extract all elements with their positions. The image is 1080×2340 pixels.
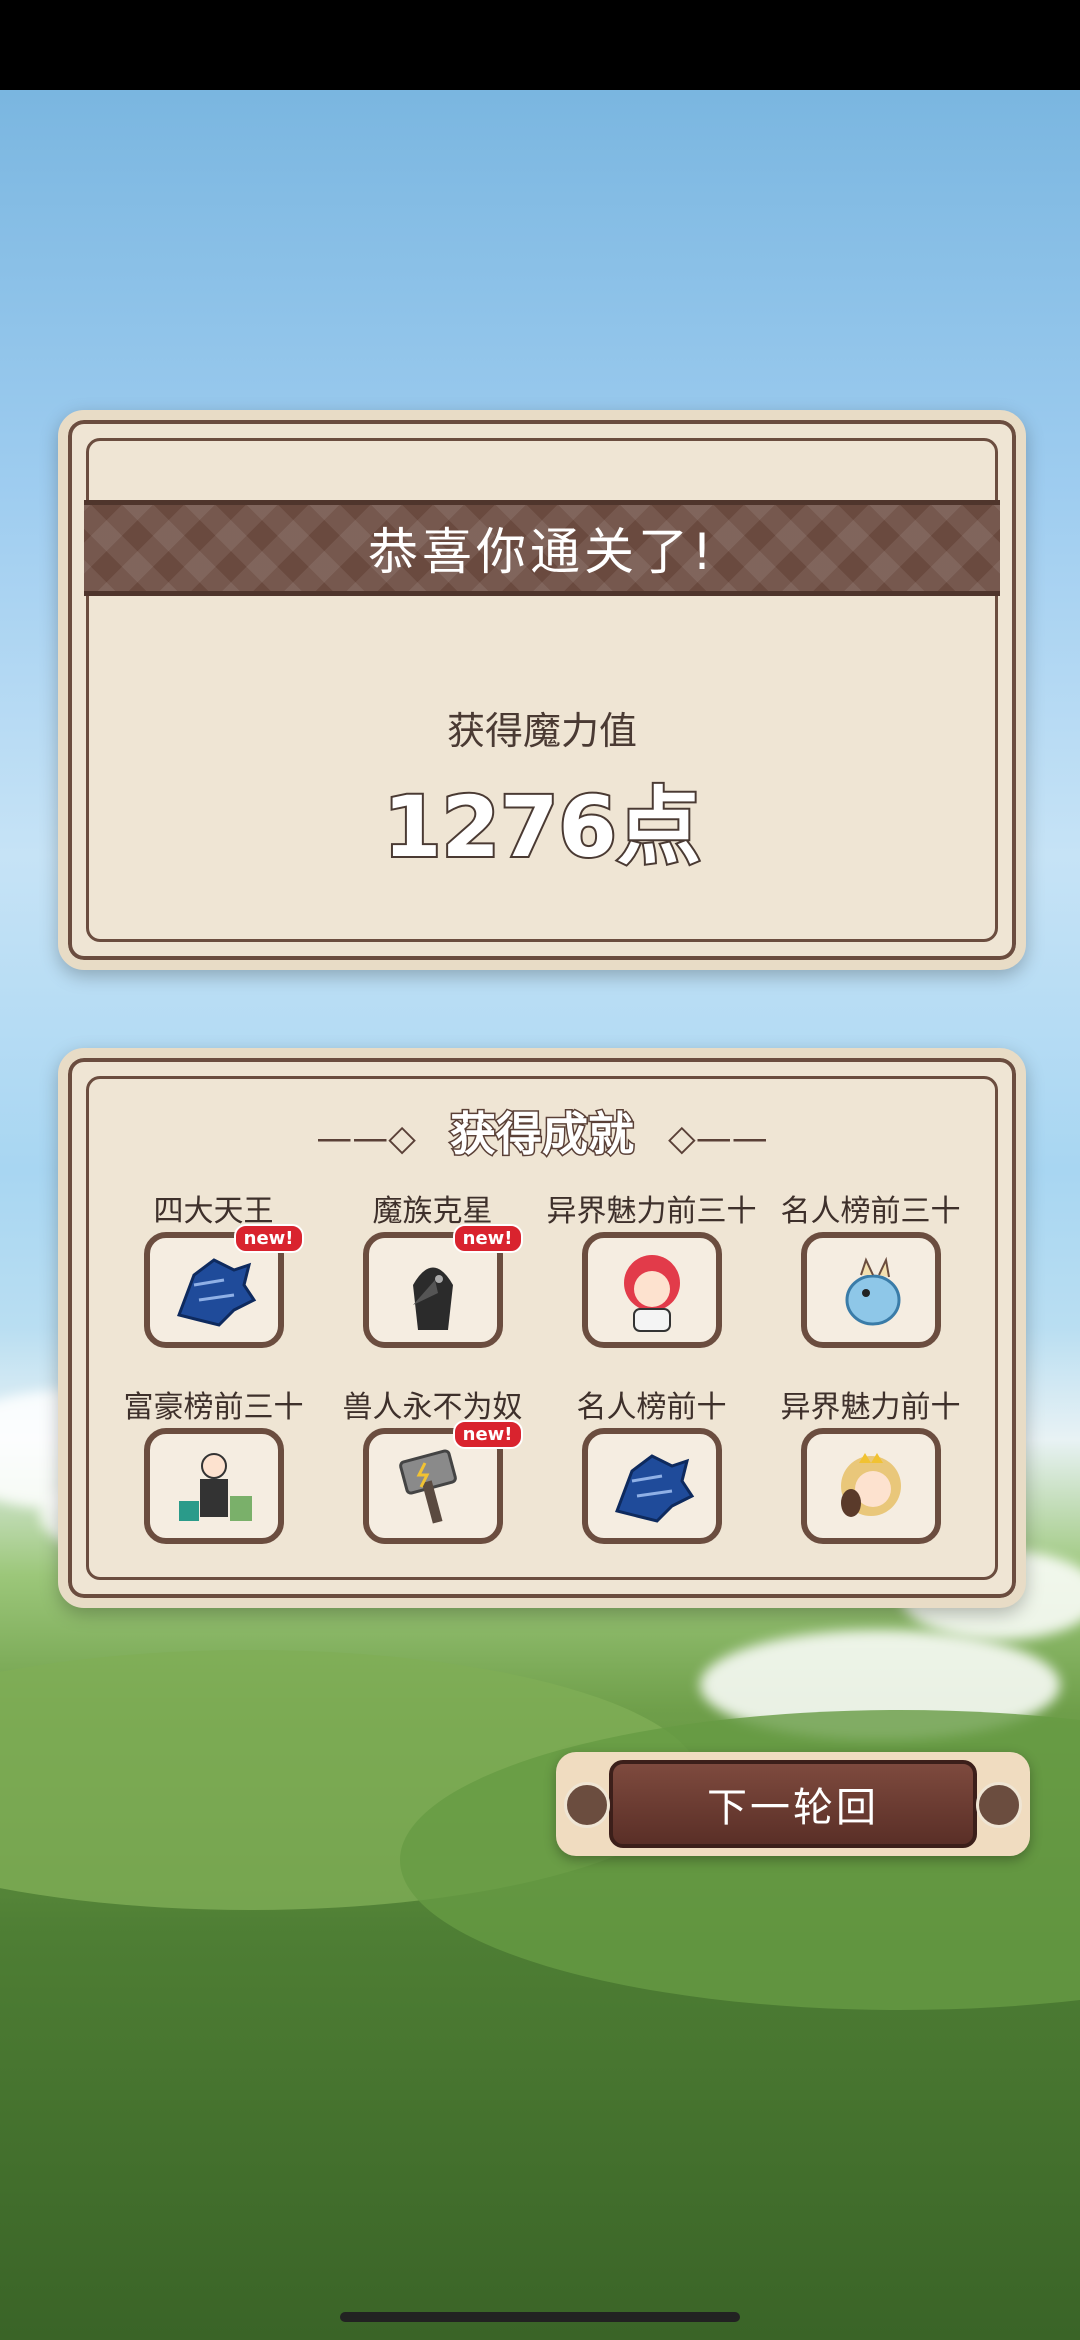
- new-badge: new!: [452, 1224, 523, 1253]
- mp-label: 获得魔力值: [446, 709, 637, 753]
- achievements-title: 获得成就: [449, 1106, 636, 1163]
- blue-dragon-icon: [581, 1428, 722, 1544]
- achievement-name: 异界魅力前十: [780, 1390, 961, 1425]
- achievement-item[interactable]: 兽人永不为奴 new!: [323, 1382, 542, 1544]
- blue-dragon-cub-icon: [800, 1232, 941, 1348]
- achievement-grid: 四大天王 new! 魔族克星 new! 异界魅力前三十 名人榜前三十 富豪榜前三…: [104, 1186, 980, 1544]
- mp-value: 1276点: [381, 776, 703, 878]
- princess-icon: [800, 1428, 941, 1544]
- status-bar: [0, 0, 1080, 90]
- plague-doctor-icon: new!: [362, 1224, 523, 1348]
- home-indicator[interactable]: [340, 2312, 740, 2322]
- achievement-name: 兽人永不为奴: [342, 1390, 523, 1425]
- divider-left-icon: ——◇: [316, 1118, 416, 1159]
- next-round-label: 下一轮回: [609, 1760, 977, 1848]
- result-panel: 恭喜你通关了! 获得魔力值 1276点: [58, 410, 1026, 970]
- achievement-item[interactable]: 四大天王 new!: [104, 1186, 323, 1348]
- rich-man-icon: [143, 1428, 284, 1544]
- achievement-name: 异界魅力前三十: [546, 1194, 757, 1229]
- achievement-name: 富豪榜前三十: [123, 1390, 304, 1425]
- achievement-name: 四大天王: [153, 1194, 274, 1229]
- divider-right-icon: ◇——: [668, 1118, 768, 1159]
- result-title: 恭喜你通关了!: [367, 523, 717, 581]
- new-badge: new!: [233, 1224, 304, 1253]
- achievement-name: 名人榜前三十: [780, 1194, 961, 1229]
- achievements-header: ——◇ 获得成就 ◇——: [68, 1098, 1016, 1164]
- achievement-name: 魔族克星: [372, 1194, 493, 1229]
- achievements-panel: ——◇ 获得成就 ◇—— 四大天王 new! 魔族克星 new! 异界魅力前三十: [58, 1048, 1026, 1608]
- achievement-item[interactable]: 异界魅力前三十: [542, 1186, 761, 1348]
- new-badge: new!: [452, 1420, 523, 1449]
- achievement-name: 名人榜前十: [576, 1390, 727, 1425]
- next-round-button[interactable]: 下一轮回: [556, 1752, 1030, 1856]
- achievement-item[interactable]: 魔族克星 new!: [323, 1186, 542, 1348]
- hammer-icon: new!: [362, 1420, 523, 1544]
- button-ornament-left-icon: [564, 1782, 610, 1828]
- achievement-item[interactable]: 异界魅力前十: [761, 1382, 980, 1544]
- achievement-item[interactable]: 名人榜前十: [542, 1382, 761, 1544]
- red-hair-girl-icon: [581, 1232, 722, 1348]
- button-ornament-right-icon: [976, 1782, 1022, 1828]
- blue-dragon-icon: new!: [143, 1224, 304, 1348]
- achievement-item[interactable]: 富豪榜前三十: [104, 1382, 323, 1544]
- achievement-item[interactable]: 名人榜前三十: [761, 1186, 980, 1348]
- result-banner: 恭喜你通关了!: [84, 500, 1000, 596]
